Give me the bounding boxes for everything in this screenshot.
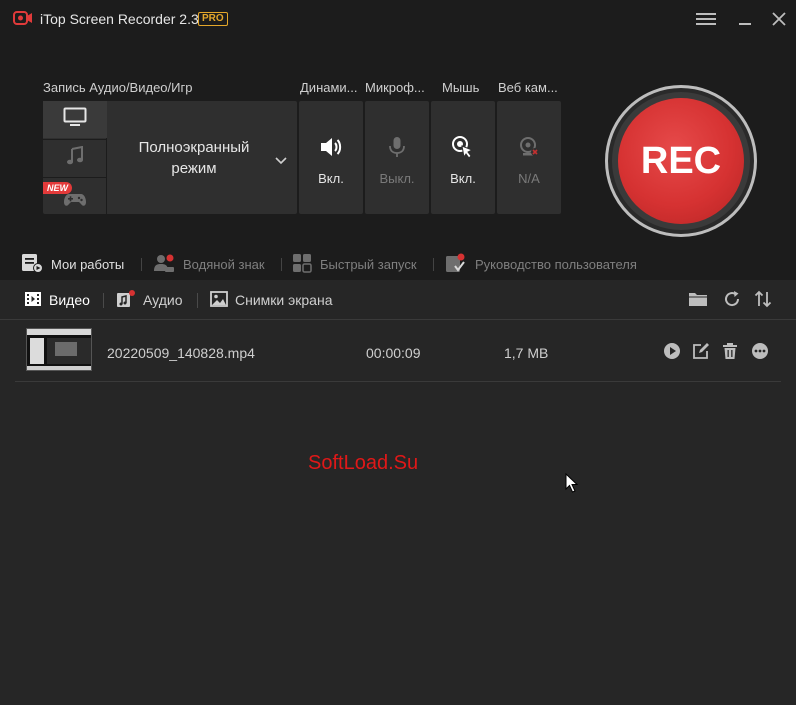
camera-record-icon xyxy=(13,10,33,26)
source-group-label: Запись Аудио/Видео/Игр xyxy=(43,80,193,95)
close-icon[interactable] xyxy=(768,8,790,30)
nav-label: Руководство пользователя xyxy=(475,256,637,272)
monitor-icon xyxy=(63,107,87,132)
capture-mode-label: Полноэкранный режим xyxy=(138,138,250,177)
mode-icons: NEW xyxy=(43,101,107,214)
mouse-click-icon xyxy=(451,135,475,159)
speaker-state: Вкл. xyxy=(318,171,344,186)
app-title: iTop Screen Recorder 2.3 xyxy=(40,11,199,27)
nav-user-guide[interactable]: Руководство пользователя xyxy=(445,252,637,276)
gamepad-icon xyxy=(63,192,87,213)
microphone-toggle[interactable]: Выкл. xyxy=(365,101,429,214)
file-row[interactable]: 20220509_140828.mp4 00:00:09 1,7 MB xyxy=(15,325,781,382)
mouse-group-label: Мышь xyxy=(442,80,480,95)
tab-label: Видео xyxy=(49,292,90,308)
folder-icon[interactable] xyxy=(687,288,709,310)
media-tabs: Видео Аудио Снимки экрана xyxy=(0,280,796,320)
watermark-icon xyxy=(153,253,175,276)
user-guide-icon xyxy=(445,253,467,276)
recording-group-labels: Запись Аудио/Видео/Игр Динами... Микроф.… xyxy=(0,80,600,96)
capture-mode-dropdown[interactable]: Полноэкранный режим xyxy=(107,101,297,214)
mouse-toggle[interactable]: Вкл. xyxy=(431,101,495,214)
nav-label: Водяной знак xyxy=(183,256,265,272)
new-badge: NEW xyxy=(43,182,72,194)
chevron-down-icon xyxy=(275,152,287,170)
tab-screenshots[interactable]: Снимки экрана xyxy=(210,290,332,310)
rec-label: REC xyxy=(640,139,722,182)
webcam-state: N/A xyxy=(518,171,540,186)
title-bar: iTop Screen Recorder 2.3 PRO xyxy=(0,0,796,38)
speaker-icon xyxy=(319,135,343,159)
pro-badge: PRO xyxy=(198,12,228,26)
image-icon xyxy=(210,290,228,310)
content-area: Видео Аудио Снимки экрана 20220509_14082… xyxy=(0,280,796,705)
microphone-icon xyxy=(388,135,406,159)
microphone-state: Выкл. xyxy=(379,171,415,186)
play-icon[interactable] xyxy=(662,341,682,361)
tab-label: Снимки экрана xyxy=(235,292,333,308)
rec-button-face: REC xyxy=(618,98,744,224)
tab-divider xyxy=(103,293,104,308)
nav-quick-launch[interactable]: Быстрый запуск xyxy=(292,252,417,276)
rec-button[interactable]: REC xyxy=(605,85,757,237)
audio-note-icon xyxy=(116,289,136,311)
file-size: 1,7 MB xyxy=(504,345,549,361)
webcam-icon xyxy=(518,135,540,159)
minimize-icon[interactable] xyxy=(734,8,756,30)
tab-audio[interactable]: Аудио xyxy=(116,289,183,311)
file-duration: 00:00:09 xyxy=(366,345,421,361)
nav-label: Мои работы xyxy=(51,256,125,272)
edit-icon[interactable] xyxy=(691,341,711,361)
refresh-icon[interactable] xyxy=(721,288,743,310)
webcam-group-label: Веб кам... xyxy=(498,80,558,95)
tab-divider xyxy=(197,293,198,308)
music-note-icon xyxy=(65,145,85,171)
microphone-group-label: Микроф... xyxy=(365,80,425,95)
nav-label: Быстрый запуск xyxy=(320,256,417,272)
audio-mode-button[interactable] xyxy=(43,139,107,176)
speaker-group-label: Динами... xyxy=(300,80,358,95)
nav-my-works[interactable]: Мои работы xyxy=(21,252,124,276)
file-name: 20220509_140828.mp4 xyxy=(107,345,255,361)
nav-divider xyxy=(141,258,142,271)
more-icon[interactable] xyxy=(750,341,770,361)
watermark-text: SoftLoad.Su xyxy=(308,452,419,474)
mouse-pointer-icon xyxy=(565,472,579,498)
mouse-state: Вкл. xyxy=(450,171,476,186)
nav-row: Мои работы Водяной знак Быстрый запуск Р… xyxy=(0,252,796,276)
trash-icon[interactable] xyxy=(720,341,740,361)
hamburger-menu-icon[interactable] xyxy=(695,8,717,30)
webcam-toggle[interactable]: N/A xyxy=(497,101,561,214)
sort-icon[interactable] xyxy=(752,288,774,310)
top-panel: iTop Screen Recorder 2.3 PRO Запись Ауди… xyxy=(0,0,796,280)
video-thumbnail[interactable] xyxy=(26,328,92,371)
game-mode-button[interactable]: NEW xyxy=(43,177,107,214)
tab-label: Аудио xyxy=(143,292,183,308)
nav-watermark[interactable]: Водяной знак xyxy=(153,252,265,276)
quick-launch-icon xyxy=(292,253,312,276)
screen-mode-button[interactable] xyxy=(43,101,107,138)
tab-video[interactable]: Видео xyxy=(24,290,90,310)
nav-divider xyxy=(281,258,282,271)
my-works-icon xyxy=(21,253,43,276)
speaker-toggle[interactable]: Вкл. xyxy=(299,101,363,214)
recording-mode-panel: NEW Полноэкранный режим xyxy=(43,101,297,214)
film-icon xyxy=(24,291,42,310)
nav-divider xyxy=(433,258,434,271)
